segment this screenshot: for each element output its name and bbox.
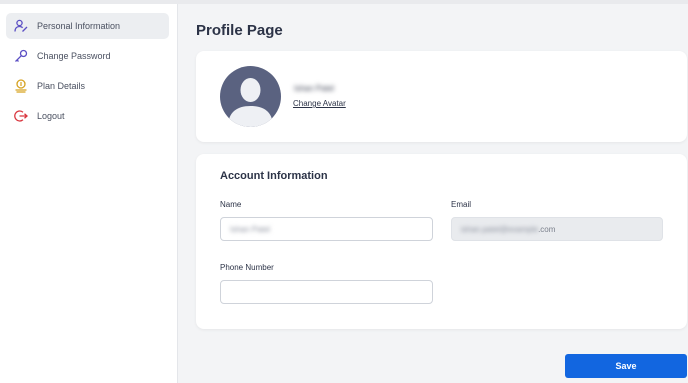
email-value-hidden: ishan.patel@example (461, 224, 539, 234)
sidebar-item-change-password[interactable]: Change Password (6, 43, 169, 69)
email-label: Email (451, 200, 472, 209)
page-title: Profile Page (196, 22, 283, 39)
sidebar-item-label: Logout (37, 111, 65, 121)
key-icon (14, 49, 28, 63)
email-field[interactable]: ishan.patel@example .com (451, 217, 663, 241)
name-label: Name (220, 200, 242, 209)
user-silhouette-icon (228, 78, 273, 127)
sidebar: Personal Information Change Password Pla… (0, 4, 178, 383)
sidebar-item-personal-information[interactable]: Personal Information (6, 13, 169, 39)
coin-stack-icon (14, 79, 28, 93)
user-edit-icon (14, 19, 28, 33)
section-title: Account Information (220, 170, 328, 182)
sidebar-item-label: Change Password (37, 51, 111, 61)
avatar[interactable] (220, 66, 281, 127)
sidebar-item-plan-details[interactable]: Plan Details (6, 73, 169, 99)
name-value: Ishan Patel (230, 224, 271, 234)
logout-icon (14, 109, 28, 123)
name-field[interactable]: Ishan Patel (220, 217, 433, 241)
save-button[interactable]: Save (565, 354, 687, 378)
user-name: Ishan Patel (294, 84, 335, 93)
account-information-card: Account Information Name Ishan Patel Ema… (196, 154, 687, 329)
phone-number-field[interactable] (220, 280, 433, 304)
sidebar-item-label: Personal Information (37, 21, 121, 31)
phone-label: Phone Number (220, 263, 274, 272)
email-value-suffix: .com (538, 224, 556, 234)
avatar-card: Ishan Patel Change Avatar (196, 51, 687, 142)
sidebar-item-label: Plan Details (37, 81, 86, 91)
sidebar-item-logout[interactable]: Logout (6, 103, 169, 129)
change-avatar-link[interactable]: Change Avatar (293, 99, 346, 108)
